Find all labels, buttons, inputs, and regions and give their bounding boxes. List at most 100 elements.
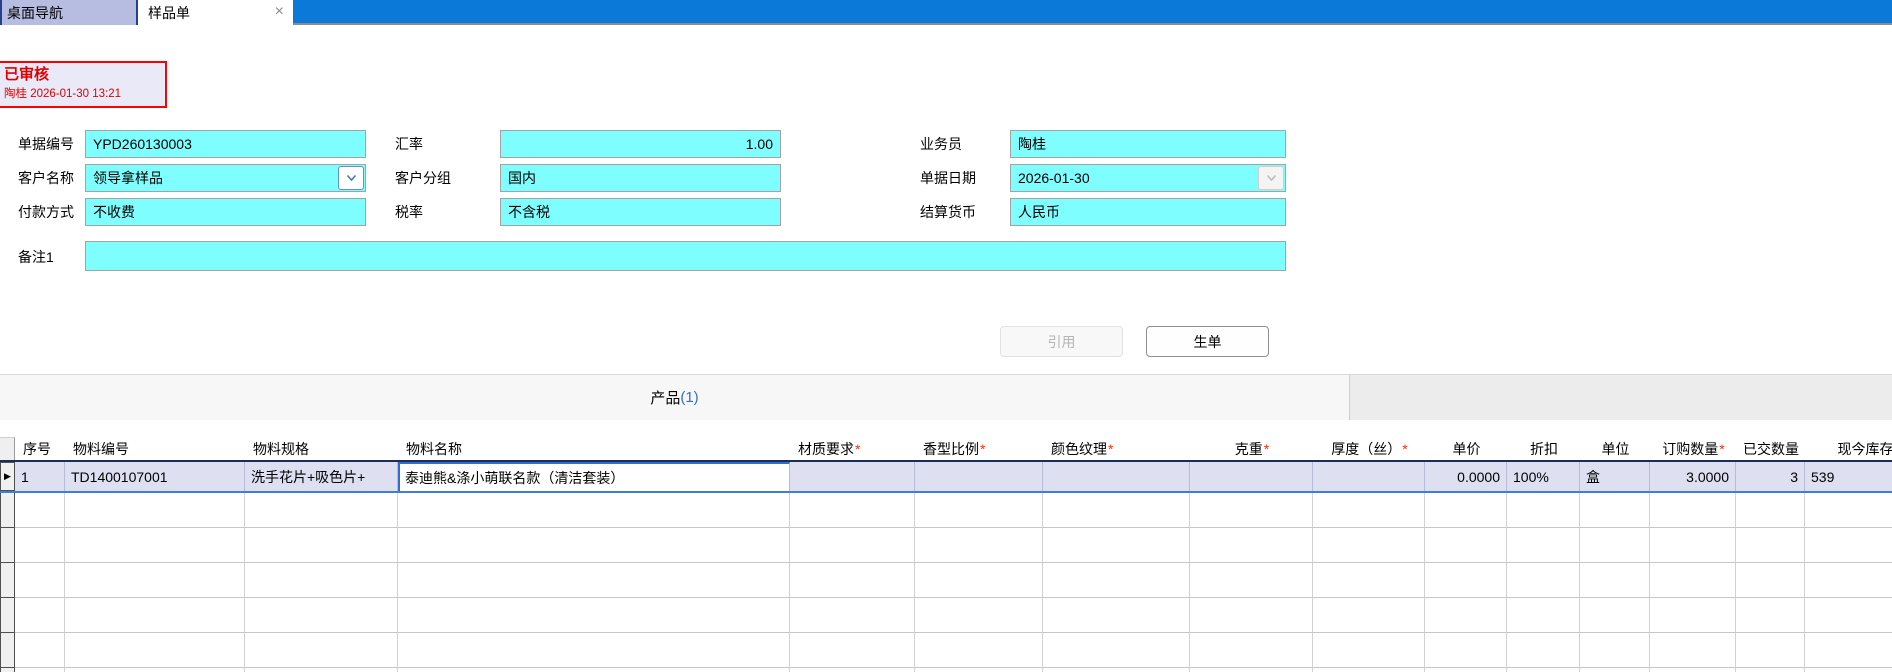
tax-rate-field[interactable]: 不含税 xyxy=(500,198,781,226)
customer-name-combobox[interactable]: 领导拿样品 xyxy=(85,164,366,192)
currency-field[interactable]: 人民币 xyxy=(1010,198,1286,226)
doc-date-picker[interactable]: 2026-01-30 xyxy=(1010,164,1286,192)
grid-cell[interactable] xyxy=(1580,668,1650,672)
grid-cell[interactable] xyxy=(1650,633,1736,668)
grid-cell[interactable] xyxy=(1580,528,1650,563)
column-header[interactable]: 物料名称 xyxy=(398,437,790,460)
grid-cell[interactable]: 100% xyxy=(1507,462,1580,491)
column-header[interactable]: 厚度（丝）* xyxy=(1313,437,1425,460)
grid-cell[interactable] xyxy=(398,493,790,528)
grid-cell[interactable] xyxy=(1190,528,1313,563)
grid-cell[interactable] xyxy=(1043,598,1190,633)
column-header[interactable]: 单位 xyxy=(1580,437,1650,460)
grid-cell[interactable] xyxy=(915,668,1043,672)
column-header[interactable]: 现今库存 xyxy=(1805,437,1892,460)
grid-cell[interactable] xyxy=(915,528,1043,563)
reference-button[interactable]: 引用 xyxy=(1000,326,1123,357)
grid-cell[interactable] xyxy=(1425,493,1507,528)
grid-cell[interactable] xyxy=(1190,462,1313,491)
grid-cell[interactable] xyxy=(1650,528,1736,563)
grid-cell[interactable] xyxy=(1313,598,1425,633)
grid-cell[interactable] xyxy=(1313,462,1425,491)
grid-cell[interactable] xyxy=(1425,598,1507,633)
exchange-rate-field[interactable]: 1.00 xyxy=(500,130,781,158)
grid-cell[interactable] xyxy=(1805,563,1892,598)
row-selector[interactable] xyxy=(0,493,15,528)
column-header[interactable]: 已交数量 xyxy=(1736,437,1805,460)
tab-desktop-navigation[interactable]: 桌面导航 xyxy=(0,0,136,25)
table-row[interactable] xyxy=(0,563,1892,598)
grid-cell[interactable] xyxy=(790,633,915,668)
grid-cell[interactable] xyxy=(65,633,245,668)
row-selector[interactable] xyxy=(0,563,15,598)
grid-cell[interactable] xyxy=(915,598,1043,633)
grid-cell[interactable] xyxy=(1580,598,1650,633)
grid-cell[interactable] xyxy=(915,493,1043,528)
row-selector[interactable] xyxy=(0,668,15,672)
grid-cell[interactable] xyxy=(1190,633,1313,668)
column-header[interactable]: 香型比例* xyxy=(915,437,1043,460)
grid-cell[interactable] xyxy=(790,598,915,633)
table-row[interactable]: ▶1TD1400107001洗手花片+吸色片+泰迪熊&涤小萌联名款（清洁套装）0… xyxy=(0,462,1892,493)
remark1-field[interactable] xyxy=(85,241,1286,271)
column-header[interactable]: 序号 xyxy=(15,437,65,460)
table-row[interactable] xyxy=(0,633,1892,668)
grid-cell[interactable] xyxy=(1507,493,1580,528)
grid-cell[interactable] xyxy=(15,493,65,528)
grid-cell[interactable] xyxy=(398,633,790,668)
column-header[interactable]: 材质要求* xyxy=(790,437,915,460)
grid-cell[interactable] xyxy=(1190,563,1313,598)
grid-cell[interactable] xyxy=(245,633,398,668)
grid-cell[interactable] xyxy=(1190,598,1313,633)
grid-cell[interactable] xyxy=(790,528,915,563)
table-row[interactable] xyxy=(0,493,1892,528)
grid-cell[interactable]: TD1400107001 xyxy=(65,462,245,491)
grid-cell[interactable] xyxy=(1190,493,1313,528)
tab-sample-order[interactable]: 样品单 × xyxy=(136,0,293,25)
date-dropdown-button[interactable] xyxy=(1258,166,1284,190)
grid-cell[interactable] xyxy=(1313,633,1425,668)
grid-cell[interactable]: 3.0000 xyxy=(1650,462,1736,491)
grid-cell[interactable] xyxy=(1580,633,1650,668)
grid-cell[interactable] xyxy=(1736,493,1805,528)
grid-cell[interactable] xyxy=(1507,633,1580,668)
grid-cell[interactable] xyxy=(1043,563,1190,598)
grid-cell[interactable] xyxy=(1425,563,1507,598)
grid-cell[interactable] xyxy=(398,598,790,633)
column-header[interactable]: 单价 xyxy=(1425,437,1507,460)
dropdown-button[interactable] xyxy=(338,166,364,190)
grid-cell[interactable] xyxy=(915,633,1043,668)
row-selector[interactable] xyxy=(0,633,15,668)
table-row[interactable] xyxy=(0,668,1892,672)
grid-cell[interactable] xyxy=(398,563,790,598)
grid-cell[interactable] xyxy=(1313,563,1425,598)
table-row[interactable] xyxy=(0,598,1892,633)
grid-cell[interactable] xyxy=(245,493,398,528)
grid-cell[interactable] xyxy=(1736,633,1805,668)
grid-cell[interactable] xyxy=(1043,493,1190,528)
grid-cell[interactable] xyxy=(1805,493,1892,528)
grid-cell[interactable] xyxy=(1313,493,1425,528)
grid-cell[interactable] xyxy=(1190,668,1313,672)
column-header[interactable]: 折扣 xyxy=(1507,437,1580,460)
grid-cell[interactable] xyxy=(245,528,398,563)
grid-cell[interactable] xyxy=(1507,528,1580,563)
grid-cell[interactable] xyxy=(1580,563,1650,598)
column-header[interactable]: 物料编号 xyxy=(65,437,245,460)
grid-cell[interactable]: 洗手花片+吸色片+ xyxy=(245,462,398,491)
grid-cell[interactable] xyxy=(15,598,65,633)
grid-cell[interactable] xyxy=(1043,668,1190,672)
table-row[interactable] xyxy=(0,528,1892,563)
salesperson-field[interactable]: 陶桂 xyxy=(1010,130,1286,158)
grid-cell[interactable]: 0.0000 xyxy=(1425,462,1507,491)
row-selector-header[interactable] xyxy=(0,437,15,460)
customer-group-field[interactable]: 国内 xyxy=(500,164,781,192)
grid-cell[interactable] xyxy=(790,668,915,672)
grid-cell[interactable] xyxy=(245,668,398,672)
grid-cell[interactable] xyxy=(65,493,245,528)
grid-cell[interactable]: 539 xyxy=(1805,462,1892,491)
grid-cell[interactable] xyxy=(915,462,1043,491)
row-selector[interactable] xyxy=(0,528,15,563)
grid-cell[interactable] xyxy=(1425,528,1507,563)
grid-cell[interactable] xyxy=(1580,493,1650,528)
